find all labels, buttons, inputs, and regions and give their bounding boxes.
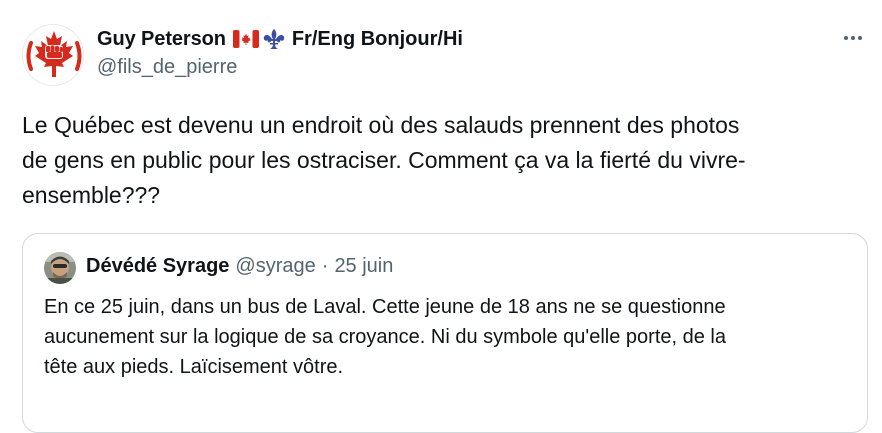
fleur-de-lis-icon xyxy=(262,28,286,50)
raised-fist-maple-leaf-icon xyxy=(23,25,83,85)
quoted-author-avatar[interactable] xyxy=(44,252,76,284)
quoted-date[interactable]: 25 juin xyxy=(334,255,393,278)
author-display-name[interactable]: Guy Peterson xyxy=(97,28,226,51)
quoted-header: Dévédé Syrage @syrage · 25 juin xyxy=(86,255,393,278)
canada-flag-icon xyxy=(232,30,259,48)
quoted-handle[interactable]: @syrage xyxy=(235,255,315,278)
author-avatar[interactable] xyxy=(22,24,84,86)
more-options-icon xyxy=(844,36,848,40)
more-options-icon-dot xyxy=(858,36,862,40)
tweet: Guy Peterson Fr/Eng Bonjour/Hi @fils_de_… xyxy=(0,0,882,433)
author-handle[interactable]: @fils_de_pierre xyxy=(97,56,463,79)
quoted-avatar-photo xyxy=(44,252,76,284)
quoted-display-name[interactable]: Dévédé Syrage xyxy=(86,255,229,278)
quoted-text: En ce 25 juin, dans un bus de Laval. Cet… xyxy=(44,296,727,378)
more-options-icon-dot xyxy=(851,36,855,40)
author-name-suffix[interactable]: Fr/Eng Bonjour/Hi xyxy=(292,28,463,51)
more-options-button[interactable] xyxy=(842,30,864,46)
author-block: Guy Peterson Fr/Eng Bonjour/Hi @fils_de_… xyxy=(97,26,463,79)
quoted-separator: · xyxy=(321,255,329,277)
quoted-tweet[interactable]: Dévédé Syrage @syrage · 25 juin En ce 25… xyxy=(22,233,868,433)
author-name-line[interactable]: Guy Peterson Fr/Eng Bonjour/Hi xyxy=(97,26,463,52)
tweet-text: Le Québec est devenu un endroit où des s… xyxy=(22,112,746,208)
